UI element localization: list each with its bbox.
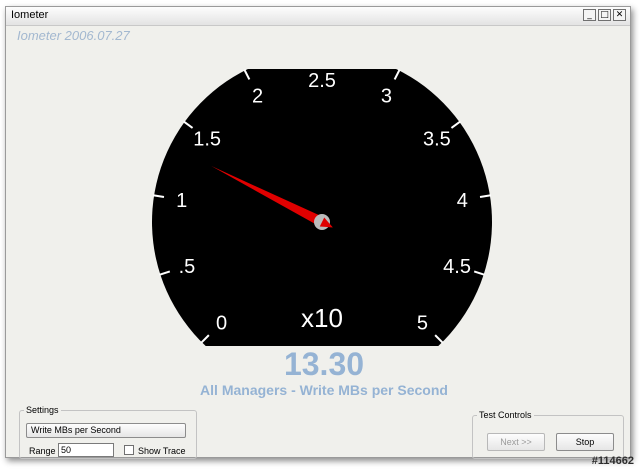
window-controls: _ □ ✕ xyxy=(583,9,626,21)
version-label: Iometer 2006.07.27 xyxy=(17,28,130,43)
iometer-window: Iometer _ □ ✕ Iometer 2006.07.27 0 .5 1 1.5… xyxy=(5,6,631,459)
gauge-tick-label: 4 xyxy=(457,190,468,212)
settings-legend: Settings xyxy=(26,405,59,415)
stop-button[interactable]: Stop xyxy=(556,433,614,451)
title-bar[interactable]: Iometer _ □ ✕ xyxy=(6,7,630,26)
gauge-tick-label: 2.5 xyxy=(308,70,336,92)
gauge-tick-label: 5 xyxy=(417,312,428,334)
show-trace-label: Show Trace xyxy=(138,446,186,456)
settings-group: Settings Write MBs per Second Range Show… xyxy=(19,405,197,459)
gauge-tick-label: 4.5 xyxy=(443,256,471,278)
gauge-tick-label: 0 xyxy=(216,312,227,334)
range-label: Range xyxy=(29,446,56,456)
window-title: Iometer xyxy=(11,9,49,21)
close-button[interactable]: ✕ xyxy=(613,9,626,21)
watermark: #114662 xyxy=(591,455,634,467)
next-button[interactable]: Next >> xyxy=(487,433,545,451)
readout-caption: All Managers - Write MBs per Second xyxy=(200,382,448,398)
range-input[interactable] xyxy=(58,443,114,457)
test-controls-legend: Test Controls xyxy=(479,410,532,420)
gauge-tick-label: 3 xyxy=(381,85,392,107)
readout-value: 13.30 xyxy=(283,346,365,382)
gauge-tick-label: 2 xyxy=(252,85,263,107)
gauge-tick-label: .5 xyxy=(179,256,196,278)
minimize-button[interactable]: _ xyxy=(583,9,596,21)
speedometer-gauge: 0 .5 1 1.5 2 2.5 3 3.5 4 4.5 5 x10 xyxy=(152,69,492,346)
metric-select-button[interactable]: Write MBs per Second xyxy=(26,423,186,438)
gauge-tick-label: 3.5 xyxy=(423,129,451,151)
gauge-tick-label: 1 xyxy=(176,190,187,212)
gauge-multiplier: x10 xyxy=(301,303,343,333)
test-controls-group: Test Controls Next >> Stop xyxy=(472,410,624,459)
show-trace-checkbox[interactable] xyxy=(124,445,134,455)
gauge-tick-label: 1.5 xyxy=(193,129,221,151)
maximize-button[interactable]: □ xyxy=(598,9,611,21)
